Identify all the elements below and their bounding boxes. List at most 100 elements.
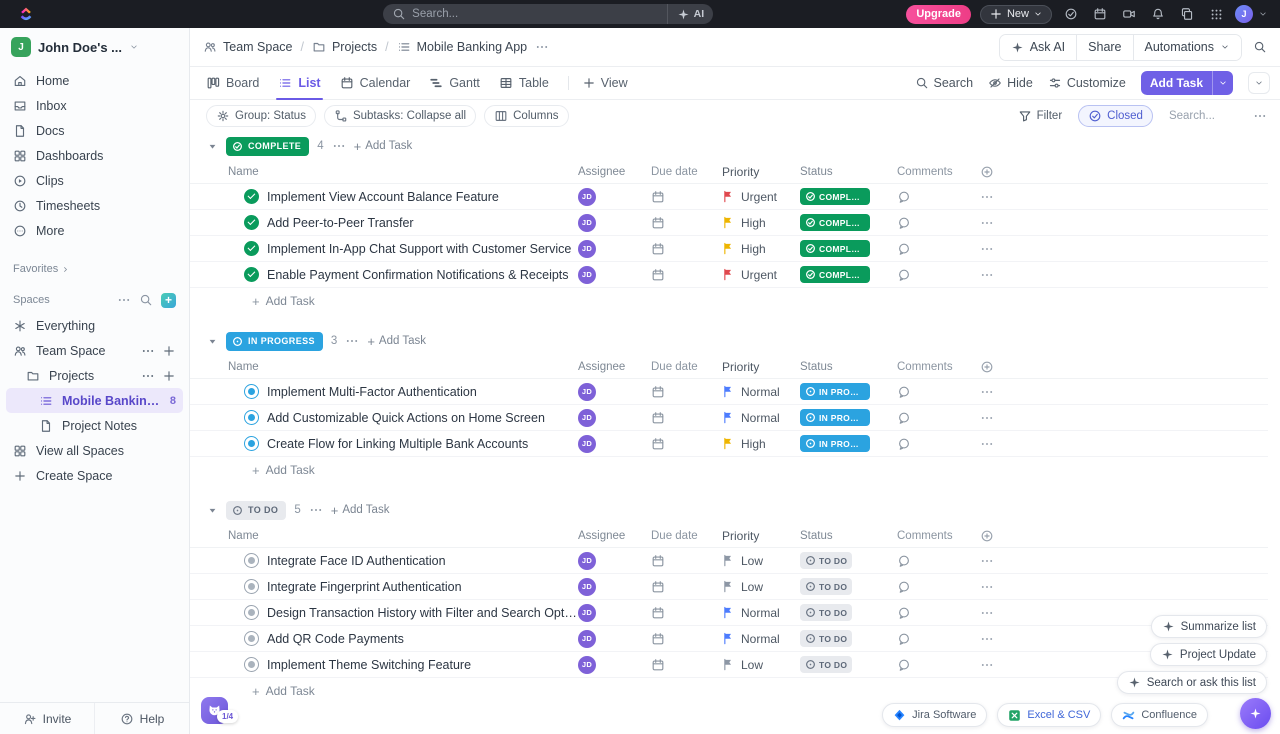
due-date-icon[interactable] — [651, 268, 665, 282]
due-date-icon[interactable] — [651, 580, 665, 594]
workspace-switcher[interactable]: J John Doe's ... — [0, 28, 189, 66]
assignee-avatar[interactable]: JD — [578, 188, 596, 206]
column-header-due-date[interactable]: Due date — [651, 361, 722, 373]
task-name[interactable]: Implement View Account Balance Feature — [267, 190, 499, 204]
breadcrumb-mobile-banking-app[interactable]: Mobile Banking App — [397, 40, 528, 54]
task-row[interactable]: Create Flow for Linking Multiple Bank Ac… — [190, 431, 1268, 457]
column-header-priority[interactable]: Priority — [722, 360, 800, 374]
task-status-badge[interactable]: COMPLETE — [800, 240, 870, 257]
task-status-icon[interactable] — [244, 657, 259, 672]
assignee-avatar[interactable]: JD — [578, 435, 596, 453]
task-row[interactable]: Integrate Face ID AuthenticationJDLowTO … — [190, 548, 1268, 574]
group-status-badge[interactable]: TO DO — [226, 501, 286, 520]
bell-icon[interactable] — [1148, 4, 1168, 24]
due-date-icon[interactable] — [651, 216, 665, 230]
due-date-icon[interactable] — [651, 606, 665, 620]
task-row[interactable]: Add Customizable Quick Actions on Home S… — [190, 405, 1268, 431]
column-header-comments[interactable]: Comments — [897, 361, 980, 373]
group-menu-icon[interactable] — [332, 139, 346, 153]
invite-button[interactable]: Invite — [0, 703, 94, 734]
due-date-icon[interactable] — [651, 658, 665, 672]
space-item-project-notes[interactable]: Project Notes — [6, 413, 183, 438]
comment-icon[interactable] — [897, 216, 911, 230]
global-search[interactable]: AI — [383, 4, 713, 24]
column-header-priority[interactable]: Priority — [722, 529, 800, 543]
summarize-list-button[interactable]: Summarize list — [1151, 615, 1267, 638]
task-menu-icon[interactable] — [980, 242, 994, 256]
breadcrumb-menu-icon[interactable] — [535, 40, 549, 54]
space-item-create-space[interactable]: Create Space — [6, 463, 183, 488]
task-status-icon[interactable] — [244, 579, 259, 594]
task-menu-icon[interactable] — [980, 190, 994, 204]
task-row[interactable]: Enable Payment Confirmation Notification… — [190, 262, 1268, 288]
column-header-name[interactable]: Name — [228, 166, 578, 178]
global-search-input[interactable] — [412, 8, 667, 20]
customize-button[interactable]: Customize — [1048, 76, 1126, 90]
assignee-avatar[interactable]: JD — [578, 240, 596, 258]
breadcrumb-projects[interactable]: Projects — [312, 40, 377, 54]
assignee-avatar[interactable]: JD — [578, 604, 596, 622]
task-status-icon[interactable] — [244, 215, 259, 230]
task-row[interactable]: Add Peer-to-Peer TransferJDHighCOMPLETE — [190, 210, 1268, 236]
add-column-icon[interactable] — [980, 529, 994, 543]
add-view-button[interactable]: View — [582, 76, 628, 90]
task-name[interactable]: Implement In-App Chat Support with Custo… — [267, 242, 571, 256]
add-task-button[interactable]: Add Task — [1141, 71, 1233, 95]
space-item-everything[interactable]: Everything — [6, 313, 183, 338]
task-name[interactable]: Enable Payment Confirmation Notification… — [267, 268, 569, 282]
due-date-icon[interactable] — [651, 437, 665, 451]
task-priority[interactable]: Urgent — [722, 268, 800, 282]
ask-ai-button[interactable]: Ask AI — [1000, 35, 1076, 60]
add-task-row[interactable]: +Add Task — [190, 288, 1280, 314]
task-menu-icon[interactable] — [980, 437, 994, 451]
assignee-avatar[interactable]: JD — [578, 630, 596, 648]
task-priority[interactable]: Normal — [722, 632, 800, 646]
task-name[interactable]: Create Flow for Linking Multiple Bank Ac… — [267, 437, 528, 451]
video-icon[interactable] — [1119, 4, 1139, 24]
group-add-task-button[interactable]: +Add Task — [354, 140, 413, 153]
task-status-badge[interactable]: TO DO — [800, 604, 852, 621]
task-menu-icon[interactable] — [980, 411, 994, 425]
space-item-projects[interactable]: Projects — [6, 363, 183, 388]
due-date-icon[interactable] — [651, 385, 665, 399]
due-date-icon[interactable] — [651, 632, 665, 646]
check-circle-icon[interactable] — [1061, 4, 1081, 24]
task-row[interactable]: Implement In-App Chat Support with Custo… — [190, 236, 1268, 262]
view-search-button[interactable]: Search — [915, 76, 974, 90]
comment-icon[interactable] — [897, 632, 911, 646]
column-header-name[interactable]: Name — [228, 361, 578, 373]
due-date-icon[interactable] — [651, 554, 665, 568]
task-status-icon[interactable] — [244, 241, 259, 256]
assignee-avatar[interactable]: JD — [578, 656, 596, 674]
ai-assistant-fab[interactable] — [1240, 698, 1271, 729]
task-status-badge[interactable]: COMPLETE — [800, 188, 870, 205]
task-menu-icon[interactable] — [980, 606, 994, 620]
assignee-avatar[interactable]: JD — [578, 214, 596, 232]
collapse-group-icon[interactable] — [207, 505, 218, 516]
due-date-icon[interactable] — [651, 190, 665, 204]
column-header-status[interactable]: Status — [800, 166, 897, 178]
task-status-badge[interactable]: IN PROGRESS — [800, 383, 870, 400]
task-menu-icon[interactable] — [980, 268, 994, 282]
calendar-icon[interactable] — [1090, 4, 1110, 24]
sidebar-item-timesheets[interactable]: Timesheets — [6, 193, 183, 218]
column-header-status[interactable]: Status — [800, 530, 897, 542]
task-menu-icon[interactable] — [980, 385, 994, 399]
add-item-icon[interactable] — [162, 344, 176, 358]
favorites-section[interactable]: Favorites — [0, 258, 189, 280]
upgrade-button[interactable]: Upgrade — [906, 5, 971, 24]
comment-icon[interactable] — [897, 437, 911, 451]
task-row[interactable]: Implement View Account Balance Feature JD… — [190, 184, 1268, 210]
assignee-avatar[interactable]: JD — [578, 409, 596, 427]
task-status-icon[interactable] — [244, 384, 259, 399]
comment-icon[interactable] — [897, 606, 911, 620]
task-status-icon[interactable] — [244, 267, 259, 282]
due-date-icon[interactable] — [651, 242, 665, 256]
clickup-logo[interactable] — [18, 6, 34, 22]
column-header-assignee[interactable]: Assignee — [578, 166, 651, 178]
add-column-icon[interactable] — [980, 165, 994, 179]
task-status-badge[interactable]: TO DO — [800, 578, 852, 595]
sidebar-item-more[interactable]: More — [6, 218, 183, 243]
group-by-button[interactable]: Group: Status — [206, 105, 316, 127]
group-menu-icon[interactable] — [345, 334, 359, 348]
